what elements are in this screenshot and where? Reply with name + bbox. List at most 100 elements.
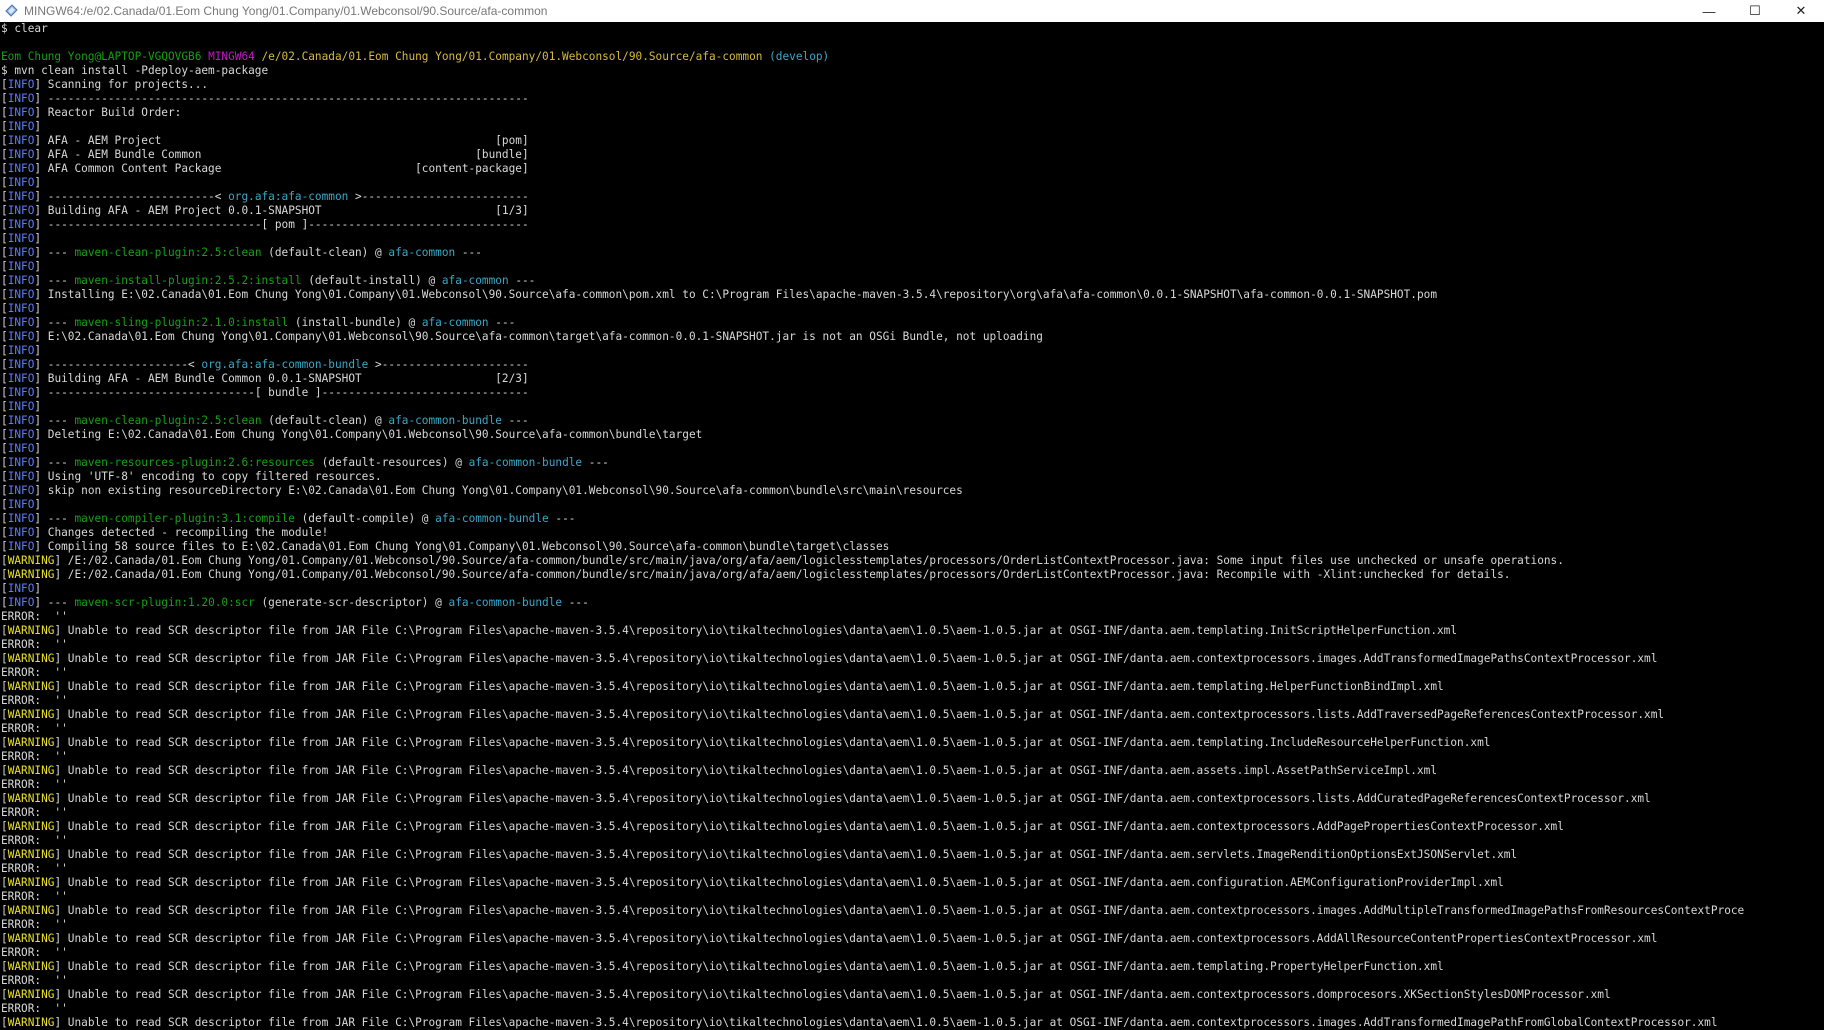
- terminal-text-segment: ] Compiling 58 source files to E:\02.Can…: [34, 540, 890, 553]
- terminal-text-segment: org.afa:afa-common-bundle: [201, 358, 369, 371]
- terminal-text-segment: [: [1, 596, 8, 609]
- terminal-line: [INFO] Building AFA - AEM Bundle Common …: [0, 372, 1824, 386]
- terminal-line: ERROR: '': [0, 638, 1824, 652]
- terminal-text-segment: [: [1, 554, 8, 567]
- terminal-text-segment: afa-common-bundle: [435, 512, 549, 525]
- terminal-text-segment: [: [1, 204, 8, 217]
- terminal-text-segment: INFO: [7, 358, 35, 371]
- terminal-text-segment: ERROR: '': [1, 610, 68, 623]
- terminal-line: [WARNING] Unable to read SCR descriptor …: [0, 820, 1824, 834]
- terminal-text-segment: [: [1, 246, 8, 259]
- terminal-text-segment: INFO: [7, 428, 35, 441]
- terminal-text-segment: WARNING: [7, 708, 55, 721]
- terminal-text-segment: (default-install) @: [301, 274, 442, 287]
- terminal-text-segment: ]: [34, 176, 42, 189]
- terminal-text-segment: WARNING: [7, 876, 55, 889]
- terminal-line: [INFO]: [0, 344, 1824, 358]
- terminal-text-segment: ] /E:/02.Canada/01.Eom Chung Yong/01.Com…: [54, 554, 1564, 567]
- terminal-text-segment: ] Unable to read SCR descriptor file fro…: [54, 960, 1444, 973]
- terminal-text-segment: [: [1, 372, 8, 385]
- terminal-text-segment: [: [1, 400, 8, 413]
- terminal-text-segment: maven-compiler-plugin:3.1:compile: [74, 512, 295, 525]
- terminal-text-segment: INFO: [7, 526, 35, 539]
- terminal-text-segment: [: [1, 848, 8, 861]
- window-titlebar: MINGW64:/e/02.Canada/01.Eom Chung Yong/0…: [0, 0, 1824, 22]
- terminal-line: [INFO] AFA - AEM Bundle Common [bundle]: [0, 148, 1824, 162]
- terminal-text-segment: [: [1, 680, 8, 693]
- terminal-text-segment: INFO: [7, 218, 35, 231]
- terminal-text-segment: [: [1, 708, 8, 721]
- terminal-line: [WARNING] Unable to read SCR descriptor …: [0, 1016, 1824, 1030]
- terminal-text-segment: WARNING: [7, 568, 55, 581]
- terminal-line: [INFO] --- maven-compiler-plugin:3.1:com…: [0, 512, 1824, 526]
- terminal-line: [INFO] --- maven-resources-plugin:2.6:re…: [0, 456, 1824, 470]
- terminal-text-segment: afa-common-bundle: [388, 414, 502, 427]
- terminal-text-segment: [: [1, 386, 8, 399]
- terminal-line: ERROR: '': [0, 694, 1824, 708]
- close-button[interactable]: ✕: [1778, 0, 1824, 22]
- terminal-text-segment: WARNING: [7, 904, 55, 917]
- terminal-text-segment: ERROR: '': [1, 890, 68, 903]
- terminal-text-segment: [: [1, 274, 8, 287]
- terminal-text-segment: ] --------------------------------[ pom …: [34, 218, 529, 231]
- terminal-text-segment: INFO: [7, 120, 35, 133]
- terminal-text-segment: ERROR: '': [1, 946, 68, 959]
- terminal-text-segment: [: [1, 302, 8, 315]
- terminal-line: [INFO]: [0, 176, 1824, 190]
- terminal-text-segment: ---: [548, 512, 576, 525]
- terminal-text-segment: afa-common-bundle: [468, 456, 583, 469]
- terminal-text-segment: INFO: [7, 344, 35, 357]
- terminal-line: [WARNING] Unable to read SCR descriptor …: [0, 904, 1824, 918]
- terminal-text-segment: INFO: [7, 260, 35, 273]
- terminal-line: [INFO] AFA - AEM Project [pom]: [0, 134, 1824, 148]
- terminal-text-segment: ] -------------------------------[ bundl…: [34, 386, 529, 399]
- terminal-output[interactable]: $ clear Eom Chung Yong@LAPTOP-VGQOVGB6 MI…: [0, 22, 1824, 1030]
- terminal-text-segment: INFO: [7, 470, 35, 483]
- terminal-text-segment: ] /E:/02.Canada/01.Eom Chung Yong/01.Com…: [54, 568, 1511, 581]
- minimize-button[interactable]: —: [1686, 0, 1732, 22]
- terminal-text-segment: [: [1, 582, 8, 595]
- terminal-line: [INFO] --- maven-sling-plugin:2.1.0:inst…: [0, 316, 1824, 330]
- terminal-text-segment: INFO: [7, 400, 35, 413]
- terminal-line: [WARNING] Unable to read SCR descriptor …: [0, 736, 1824, 750]
- terminal-text-segment: ] Unable to read SCR descriptor file fro…: [54, 932, 1658, 945]
- terminal-text-segment: ]: [34, 232, 42, 245]
- terminal-line: [WARNING] Unable to read SCR descriptor …: [0, 848, 1824, 862]
- terminal-text-segment: ERROR: '': [1, 666, 68, 679]
- terminal-text-segment: $ clear: [1, 22, 48, 35]
- terminal-text-segment: ]: [34, 498, 42, 511]
- terminal-text-segment: [: [1, 652, 8, 665]
- terminal-line: ERROR: '': [0, 862, 1824, 876]
- terminal-text-segment: >----------------------: [368, 358, 529, 371]
- terminal-text-segment: WARNING: [7, 554, 55, 567]
- terminal-text-segment: ] ---: [34, 596, 75, 609]
- terminal-text-segment: (default-clean) @: [261, 246, 389, 259]
- terminal-text-segment: ERROR: '': [1, 918, 68, 931]
- mingw-app-icon[interactable]: [4, 4, 18, 18]
- terminal-text-segment: INFO: [7, 596, 35, 609]
- maximize-button[interactable]: ☐: [1732, 0, 1778, 22]
- terminal-text-segment: ] Reactor Build Order:: [34, 106, 182, 119]
- terminal-text-segment: afa-common: [441, 274, 509, 287]
- terminal-text-segment: ] ---: [34, 274, 75, 287]
- terminal-line: [WARNING] Unable to read SCR descriptor …: [0, 960, 1824, 974]
- terminal-text-segment: INFO: [7, 386, 35, 399]
- terminal-text-segment: maven-clean-plugin:2.5:clean: [74, 246, 262, 259]
- terminal-text-segment: INFO: [7, 414, 35, 427]
- terminal-text-segment: ] Unable to read SCR descriptor file fro…: [54, 624, 1458, 637]
- terminal-text-segment: WARNING: [7, 1016, 55, 1029]
- terminal-line: ERROR: '': [0, 750, 1824, 764]
- terminal-text-segment: INFO: [7, 246, 35, 259]
- terminal-text-segment: ] Unable to read SCR descriptor file fro…: [54, 708, 1665, 721]
- terminal-text-segment: [: [1, 288, 8, 301]
- terminal-text-segment: ERROR: '': [1, 694, 68, 707]
- terminal-text-segment: ] Unable to read SCR descriptor file fro…: [54, 652, 1658, 665]
- terminal-text-segment: INFO: [7, 442, 35, 455]
- terminal-text-segment: [: [1, 526, 8, 539]
- terminal-text-segment: INFO: [7, 78, 35, 91]
- terminal-line: [INFO] Compiling 58 source files to E:\0…: [0, 540, 1824, 554]
- terminal-text-segment: ]: [34, 302, 42, 315]
- terminal-text-segment: ] Unable to read SCR descriptor file fro…: [54, 820, 1564, 833]
- terminal-text-segment: ] --------------------------------------…: [34, 92, 529, 105]
